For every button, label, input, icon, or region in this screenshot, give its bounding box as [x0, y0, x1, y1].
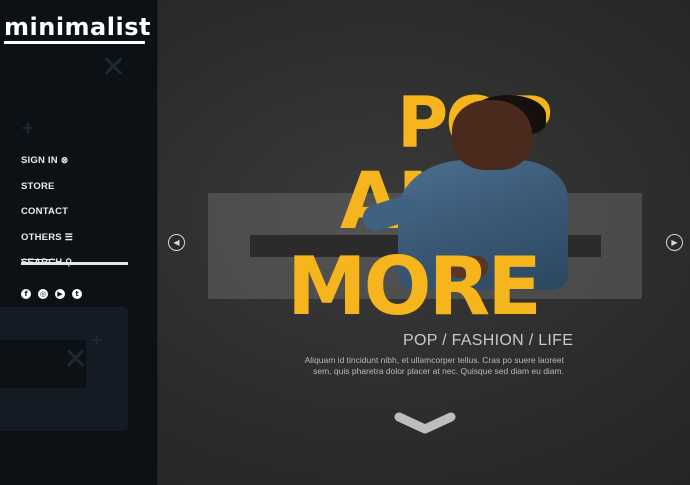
- decorative-x-icon: ✕: [101, 50, 127, 85]
- decorative-plus-icon: +: [90, 330, 104, 349]
- nav-contact-label: CONTACT: [21, 206, 69, 218]
- sidebar: minimalist ✕ + SIGN IN ⊗ STORE CONTACT O…: [0, 0, 158, 485]
- slider-next-button[interactable]: ▶: [666, 234, 683, 251]
- nav-others-label: OTHERS: [21, 231, 62, 243]
- sidebar-nav: SIGN IN ⊗ STORE CONTACT OTHERS ☰ SEARCH …: [21, 148, 73, 276]
- arrow-right-icon: ▶: [671, 238, 678, 247]
- menu-icon: ☰: [64, 231, 74, 242]
- logo-underline: [4, 41, 145, 44]
- decorative-plus-icon: +: [21, 118, 35, 137]
- instagram-icon[interactable]: ◎: [38, 289, 48, 299]
- nav-others[interactable]: OTHERS ☰: [21, 225, 73, 251]
- twitter-icon[interactable]: t: [72, 289, 82, 299]
- hero-tagline: POP / FASHION / LIFE: [403, 332, 574, 349]
- search-input-bar[interactable]: [21, 262, 128, 265]
- close-circle-icon: ⊗: [60, 155, 69, 166]
- search-underline: [21, 259, 55, 260]
- scroll-down-button[interactable]: [394, 412, 456, 434]
- nav-contact[interactable]: CONTACT: [21, 199, 73, 225]
- social-links: f ◎ ▶ t: [21, 289, 82, 299]
- decorative-x-icon: ✕: [63, 342, 89, 377]
- chevron-down-icon: [394, 412, 456, 434]
- nav-store-label: STORE: [21, 180, 55, 192]
- nav-sign-in[interactable]: SIGN IN ⊗: [21, 148, 73, 174]
- slider-prev-button[interactable]: ◀: [168, 234, 185, 251]
- nav-sign-in-label: SIGN IN: [21, 155, 58, 167]
- hero-description: Aliquam id tincidunt nibh, et ullamcorpe…: [304, 355, 564, 376]
- arrow-left-icon: ◀: [173, 238, 180, 247]
- youtube-icon[interactable]: ▶: [55, 289, 65, 299]
- facebook-icon[interactable]: f: [21, 289, 31, 299]
- logo[interactable]: minimalist: [4, 14, 151, 40]
- hero-person-head: [452, 100, 532, 170]
- nav-store[interactable]: STORE: [21, 174, 73, 200]
- hero-title-line-3: MORE: [287, 240, 542, 333]
